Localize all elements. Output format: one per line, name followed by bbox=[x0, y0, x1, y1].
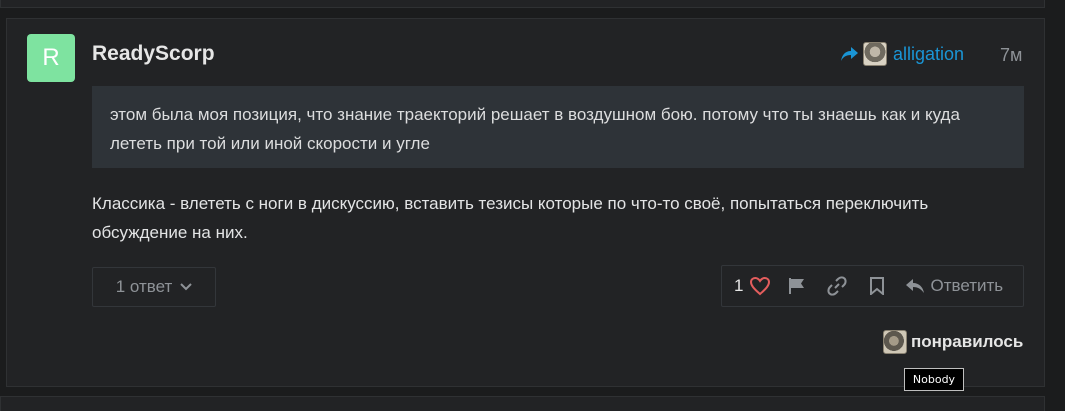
heart-icon bbox=[750, 276, 771, 296]
next-post-card bbox=[0, 396, 1045, 411]
previous-post-card bbox=[0, 0, 1045, 8]
copy-link-button[interactable] bbox=[817, 266, 857, 306]
share-arrow-icon bbox=[841, 47, 858, 61]
like-button[interactable]: 1 bbox=[722, 266, 777, 306]
post-body: Классика - влететь с ноги в дискуссию, в… bbox=[92, 194, 929, 242]
post-date[interactable]: 7м bbox=[1000, 45, 1022, 66]
quoted-text: этом была моя позиция, что знание траект… bbox=[92, 86, 1024, 168]
reply-label: Ответить bbox=[930, 276, 1004, 295]
show-replies-button[interactable]: 1 ответ bbox=[92, 267, 216, 307]
like-count: 1 bbox=[734, 276, 744, 295]
flag-button[interactable] bbox=[777, 266, 817, 306]
reply-to-avatar bbox=[863, 42, 887, 66]
reply-icon bbox=[906, 279, 925, 293]
post-card: R ReadyScorp alligation 7м этом была моя… bbox=[6, 18, 1045, 387]
reply-button[interactable]: Ответить bbox=[897, 266, 1003, 306]
bookmark-button[interactable] bbox=[857, 266, 897, 306]
tooltip: Nobody bbox=[904, 368, 964, 391]
link-icon bbox=[827, 276, 848, 296]
post-username[interactable]: ReadyScorp bbox=[92, 42, 215, 66]
reply-to-indicator[interactable]: alligation bbox=[839, 41, 964, 67]
flag-icon bbox=[789, 278, 805, 294]
post-actions: 1 Ответить bbox=[721, 265, 1024, 307]
liked-by-avatar[interactable] bbox=[883, 330, 907, 354]
chevron-down-icon bbox=[180, 283, 192, 291]
user-avatar[interactable]: R bbox=[27, 34, 75, 82]
liked-by[interactable]: понравилось bbox=[883, 330, 1023, 354]
replies-label: 1 ответ bbox=[115, 277, 173, 296]
bookmark-icon bbox=[870, 277, 885, 295]
liked-by-label: понравилось bbox=[911, 332, 1024, 351]
avatar-letter: R bbox=[42, 44, 60, 71]
reply-to-username[interactable]: alligation bbox=[893, 44, 964, 65]
